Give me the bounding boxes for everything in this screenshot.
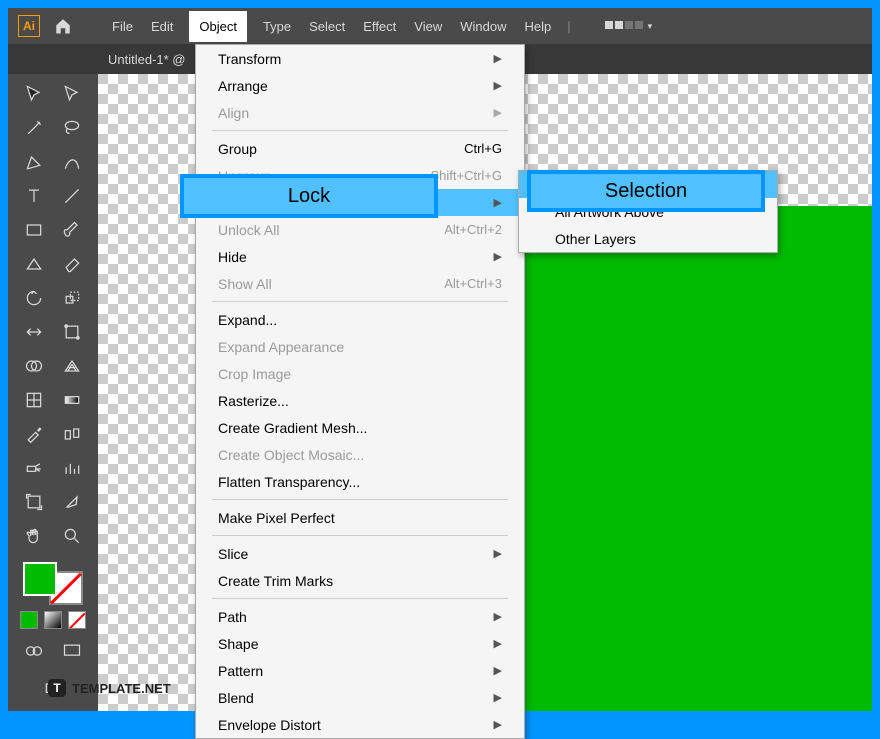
column-graph-tool[interactable] bbox=[60, 456, 84, 480]
menu-item-rasterize[interactable]: Rasterize... bbox=[196, 387, 524, 414]
artboard-tool[interactable] bbox=[22, 490, 46, 514]
pen-tool[interactable] bbox=[22, 150, 46, 174]
menu-separator bbox=[212, 535, 508, 536]
app-logo[interactable]: Ai bbox=[18, 15, 40, 37]
object-menu-dropdown: Transform▶ Arrange▶ Align▶ GroupCtrl+G U… bbox=[195, 44, 525, 739]
rectangle-tool[interactable] bbox=[22, 218, 46, 242]
menu-item-envelope-distort[interactable]: Envelope Distort▶ bbox=[196, 711, 524, 738]
menu-item-group[interactable]: GroupCtrl+G bbox=[196, 135, 524, 162]
artwork-rectangle[interactable] bbox=[478, 206, 872, 711]
menu-separator bbox=[212, 499, 508, 500]
fill-color[interactable] bbox=[23, 562, 57, 596]
watermark-text: TEMPLATE.NET bbox=[72, 681, 171, 696]
type-tool[interactable] bbox=[22, 184, 46, 208]
submenu-item-other-layers[interactable]: Other Layers bbox=[519, 225, 777, 252]
menu-item-lock[interactable]: Lock▶ bbox=[196, 189, 524, 216]
document-tab[interactable]: Untitled-1* @ bbox=[108, 52, 186, 67]
width-tool[interactable] bbox=[22, 320, 46, 344]
menu-item-path[interactable]: Path▶ bbox=[196, 603, 524, 630]
mesh-tool[interactable] bbox=[22, 388, 46, 412]
screen-mode[interactable] bbox=[60, 639, 84, 663]
line-tool[interactable] bbox=[60, 184, 84, 208]
eyedropper-tool[interactable] bbox=[22, 422, 46, 446]
color-mode-none[interactable] bbox=[68, 611, 86, 629]
scale-tool[interactable] bbox=[60, 286, 84, 310]
blend-tool[interactable] bbox=[60, 422, 84, 446]
magic-wand-tool[interactable] bbox=[22, 116, 46, 140]
eraser-tool[interactable] bbox=[60, 252, 84, 276]
free-transform-tool[interactable] bbox=[60, 320, 84, 344]
watermark: T TEMPLATE.NET bbox=[48, 679, 171, 697]
menu-item-expand[interactable]: Expand... bbox=[196, 306, 524, 333]
menu-separator bbox=[212, 598, 508, 599]
direct-selection-tool[interactable] bbox=[60, 82, 84, 106]
workspace-switcher-icon[interactable]: ▾ bbox=[605, 21, 653, 32]
menu-item-make-pixel-perfect[interactable]: Make Pixel Perfect bbox=[196, 504, 524, 531]
menu-help[interactable]: Help bbox=[522, 15, 553, 38]
color-mode-gradient[interactable] bbox=[44, 611, 62, 629]
home-icon[interactable] bbox=[54, 17, 72, 35]
color-panel[interactable] bbox=[23, 562, 83, 605]
menu-object[interactable]: Object bbox=[189, 11, 247, 42]
watermark-badge: T bbox=[48, 679, 66, 697]
zoom-tool[interactable] bbox=[60, 524, 84, 548]
menubar: Ai File Edit Object Type Select Effect V… bbox=[8, 8, 872, 44]
menu-select[interactable]: Select bbox=[307, 15, 347, 38]
menu-type[interactable]: Type bbox=[261, 15, 293, 38]
color-mode-solid[interactable] bbox=[20, 611, 38, 629]
curvature-tool[interactable] bbox=[60, 150, 84, 174]
menu-item-expand-appearance: Expand Appearance bbox=[196, 333, 524, 360]
rotate-tool[interactable] bbox=[22, 286, 46, 310]
paintbrush-tool[interactable] bbox=[60, 218, 84, 242]
menu-item-pattern[interactable]: Pattern▶ bbox=[196, 657, 524, 684]
menu-effect[interactable]: Effect bbox=[361, 15, 398, 38]
menu-edit[interactable]: Edit bbox=[149, 15, 175, 38]
selection-tool[interactable] bbox=[22, 82, 46, 106]
app-window: Ai File Edit Object Type Select Effect V… bbox=[8, 8, 872, 711]
menu-item-arrange[interactable]: Arrange▶ bbox=[196, 72, 524, 99]
submenu-item-selection[interactable]: Selection bbox=[519, 171, 777, 198]
perspective-grid-tool[interactable] bbox=[60, 354, 84, 378]
menu-separator bbox=[212, 301, 508, 302]
gradient-tool[interactable] bbox=[60, 388, 84, 412]
slice-tool[interactable] bbox=[60, 490, 84, 514]
menu-item-blend[interactable]: Blend▶ bbox=[196, 684, 524, 711]
menu-item-unlock-all: Unlock AllAlt+Ctrl+2 bbox=[196, 216, 524, 243]
menu-item-hide[interactable]: Hide▶ bbox=[196, 243, 524, 270]
menu-item-crop-image: Crop Image bbox=[196, 360, 524, 387]
menu-item-flatten-transparency[interactable]: Flatten Transparency... bbox=[196, 468, 524, 495]
symbol-sprayer-tool[interactable] bbox=[22, 456, 46, 480]
menu-file[interactable]: File bbox=[110, 15, 135, 38]
shape-builder-tool[interactable] bbox=[22, 354, 46, 378]
menu-item-create-object-mosaic: Create Object Mosaic... bbox=[196, 441, 524, 468]
menu-item-create-gradient-mesh[interactable]: Create Gradient Mesh... bbox=[196, 414, 524, 441]
menu-view[interactable]: View bbox=[412, 15, 444, 38]
menu-window[interactable]: Window bbox=[458, 15, 508, 38]
lasso-tool[interactable] bbox=[60, 116, 84, 140]
menu-separator bbox=[212, 130, 508, 131]
menu-item-show-all: Show AllAlt+Ctrl+3 bbox=[196, 270, 524, 297]
submenu-item-all-artwork-above[interactable]: All Artwork Above bbox=[519, 198, 777, 225]
menu-item-align: Align▶ bbox=[196, 99, 524, 126]
tools-panel bbox=[8, 74, 98, 711]
hand-tool[interactable] bbox=[22, 524, 46, 548]
shaper-tool[interactable] bbox=[22, 252, 46, 276]
lock-submenu: Selection All Artwork Above Other Layers bbox=[518, 170, 778, 253]
menu-item-shape[interactable]: Shape▶ bbox=[196, 630, 524, 657]
menu-item-slice[interactable]: Slice▶ bbox=[196, 540, 524, 567]
menu-item-create-trim-marks[interactable]: Create Trim Marks bbox=[196, 567, 524, 594]
draw-mode[interactable] bbox=[22, 639, 46, 663]
menu-item-ungroup: UngroupShift+Ctrl+G bbox=[196, 162, 524, 189]
menu-item-transform[interactable]: Transform▶ bbox=[196, 45, 524, 72]
